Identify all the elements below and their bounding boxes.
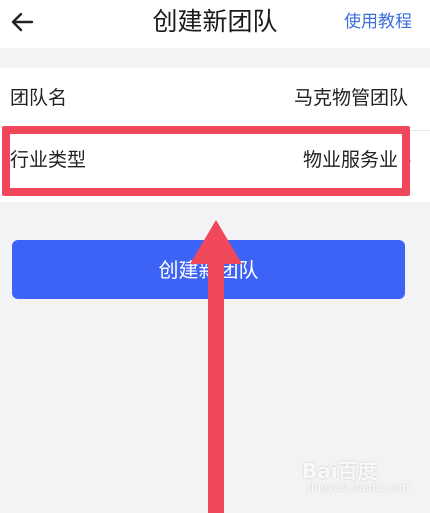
industry-value: 物业服务业 bbox=[302, 149, 398, 171]
tutorial-link[interactable]: 使用教程 bbox=[344, 11, 412, 33]
create-team-button[interactable]: 创建新团队 bbox=[12, 240, 405, 299]
team-name-value[interactable]: 马克物管团队 bbox=[294, 85, 408, 111]
create-team-button-label: 创建新团队 bbox=[158, 258, 259, 282]
team-name-row[interactable]: 团队名 马克物管团队 bbox=[0, 68, 430, 130]
industry-label: 行业类型 bbox=[10, 149, 87, 171]
top-nav-bar: 创建新团队 使用教程 bbox=[0, 0, 430, 48]
watermark-logo: Bai百度 bbox=[302, 459, 378, 483]
team-form: 团队名 马克物管团队 行业类型 物业服务业 bbox=[0, 68, 430, 202]
baidu-watermark: Bai百度 jingyan.baidu.com bbox=[302, 455, 414, 499]
chevron-right-icon bbox=[402, 154, 412, 168]
team-name-label: 团队名 bbox=[10, 87, 68, 109]
watermark-url: jingyan.baidu.com bbox=[308, 481, 410, 494]
industry-row[interactable]: 行业类型 物业服务业 bbox=[0, 130, 430, 192]
